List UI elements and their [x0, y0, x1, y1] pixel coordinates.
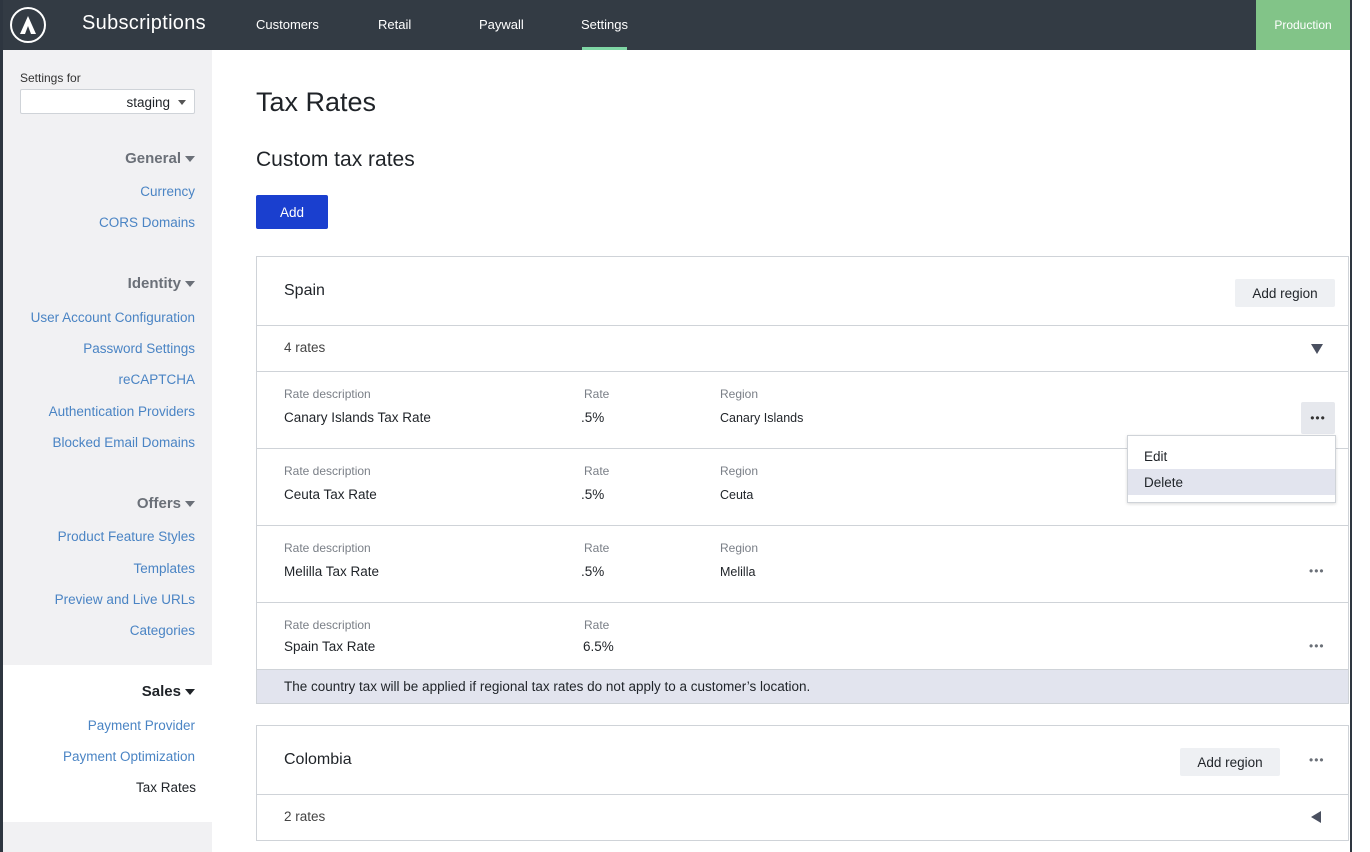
sidebar-item-payment-provider[interactable]: Payment Provider	[88, 718, 195, 733]
sidebar-section-label: General	[125, 150, 181, 167]
rate-value: 6.5%	[583, 639, 614, 654]
sidebar-section-offers[interactable]: Offers	[137, 495, 195, 512]
sidebar-item-password-settings[interactable]: Password Settings	[83, 341, 195, 356]
region-value: Ceuta	[720, 488, 754, 502]
sidebar-item-preview-and-live-urls[interactable]: Preview and Live URLs	[55, 592, 195, 607]
rate-label: Rate	[584, 464, 610, 478]
rates-toggle-row[interactable]: 2 rates	[257, 794, 1348, 840]
rate-value: .5%	[581, 564, 605, 579]
sidebar-section-identity[interactable]: Identity	[128, 275, 195, 292]
rate-value: .5%	[581, 410, 605, 425]
environment-badge[interactable]: Production	[1256, 0, 1350, 50]
window-edge-right-line	[1350, 0, 1352, 852]
rate-options-menu: Edit Delete	[1127, 435, 1336, 503]
menu-item-label: Edit	[1144, 449, 1168, 464]
rate-row: Rate description Spain Tax Rate Rate 6.5…	[257, 602, 1348, 669]
sidebar-section-label: Offers	[136, 495, 181, 512]
more-options-icon[interactable]: •••	[1301, 402, 1335, 434]
rate-description-label: Rate description	[284, 618, 371, 632]
app-logo-icon[interactable]	[10, 7, 46, 43]
window-edge-right	[1352, 0, 1370, 852]
menu-item-label: Delete	[1144, 475, 1184, 490]
nav-customers[interactable]: Customers	[256, 17, 319, 32]
country-tax-note: The country tax will be applied if regio…	[257, 669, 1348, 703]
rate-value: .5%	[581, 487, 605, 502]
rates-count: 4 rates	[284, 340, 326, 355]
sidebar-section-general[interactable]: General	[125, 150, 195, 167]
sidebar-item-authentication-providers[interactable]: Authentication Providers	[49, 404, 195, 419]
caret-down-icon	[185, 280, 195, 287]
sidebar-item-cors-domains[interactable]: CORS Domains	[99, 215, 195, 230]
country-card-header: Spain Add region	[257, 257, 1348, 325]
rate-description: Spain Tax Rate	[284, 639, 376, 654]
country-tax-note-text: The country tax will be applied if regio…	[284, 679, 811, 694]
nav-paywall[interactable]: Paywall	[479, 17, 524, 32]
sidebar-item-templates[interactable]: Templates	[133, 561, 195, 576]
nav-settings[interactable]: Settings	[581, 17, 628, 32]
caret-down-icon	[185, 688, 195, 695]
add-tax-rate-button[interactable]: Add	[256, 195, 328, 229]
country-card-colombia: Colombia Add region ••• 2 rates	[256, 725, 1349, 841]
page-title: Tax Rates	[256, 87, 377, 117]
sidebar-item-categories[interactable]: Categories	[130, 623, 195, 638]
country-card-header: Colombia Add region •••	[257, 726, 1348, 794]
rates-count: 2 rates	[284, 809, 326, 824]
caret-down-icon	[178, 100, 186, 105]
settings-for-label: Settings for	[20, 71, 81, 85]
nav-active-indicator	[582, 47, 627, 50]
rate-description: Melilla Tax Rate	[284, 564, 380, 579]
rate-label: Rate	[584, 541, 610, 555]
more-options-icon[interactable]: •••	[1309, 564, 1325, 578]
country-name: Spain	[284, 282, 325, 299]
rate-description-label: Rate description	[284, 387, 371, 401]
caret-down-icon	[185, 155, 195, 162]
more-options-icon[interactable]: •••	[1309, 753, 1325, 767]
environment-select-value: staging	[126, 95, 170, 110]
add-region-button[interactable]: Add region	[1180, 748, 1280, 776]
sidebar-item-blocked-email-domains[interactable]: Blocked Email Domains	[52, 435, 195, 450]
sidebar-section-sales[interactable]: Sales	[142, 683, 195, 700]
rate-label: Rate	[584, 387, 610, 401]
caret-down-icon	[185, 500, 195, 507]
sidebar-footer-background	[3, 822, 212, 852]
region-label: Region	[720, 541, 759, 555]
triangle-left-icon[interactable]	[1311, 811, 1321, 823]
rates-toggle-row[interactable]: 4 rates	[257, 325, 1348, 371]
rate-description-label: Rate description	[284, 541, 371, 555]
more-options-icon[interactable]: •••	[1309, 639, 1325, 653]
sidebar-item-tax-rates[interactable]: Tax Rates	[136, 780, 196, 795]
menu-item-delete[interactable]: Delete	[1128, 469, 1335, 495]
sidebar-item-payment-optimization[interactable]: Payment Optimization	[63, 749, 195, 764]
sidebar-item-product-feature-styles[interactable]: Product Feature Styles	[58, 529, 195, 544]
sidebar-item-currency[interactable]: Currency	[140, 184, 195, 199]
region-value: Melilla	[720, 565, 756, 579]
sidebar-item-recaptcha[interactable]: reCAPTCHA	[118, 372, 195, 387]
environment-select[interactable]: staging	[20, 89, 195, 114]
region-label: Region	[720, 464, 759, 478]
rate-description: Ceuta Tax Rate	[284, 487, 377, 502]
add-region-button[interactable]: Add region	[1235, 279, 1335, 307]
country-name: Colombia	[284, 751, 352, 768]
sidebar-section-label: Identity	[127, 275, 181, 292]
rate-description: Canary Islands Tax Rate	[284, 410, 431, 425]
triangle-down-icon[interactable]	[1311, 344, 1323, 354]
sidebar-section-label: Sales	[141, 683, 181, 700]
rate-row: Rate description Melilla Tax Rate Rate .…	[257, 525, 1348, 602]
section-title: Custom tax rates	[256, 148, 415, 171]
menu-item-edit[interactable]: Edit	[1128, 443, 1335, 469]
rate-description-label: Rate description	[284, 464, 371, 478]
sidebar-item-user-account-configuration[interactable]: User Account Configuration	[31, 310, 195, 325]
top-nav-bar: Subscriptions Customers Retail Paywall S…	[3, 0, 1350, 50]
app-title: Subscriptions	[82, 12, 206, 34]
nav-retail[interactable]: Retail	[378, 17, 411, 32]
region-label: Region	[720, 387, 759, 401]
rate-label: Rate	[584, 618, 610, 632]
region-value: Canary Islands	[720, 411, 804, 425]
settings-sidebar: Settings for staging General Currency CO…	[3, 50, 212, 852]
